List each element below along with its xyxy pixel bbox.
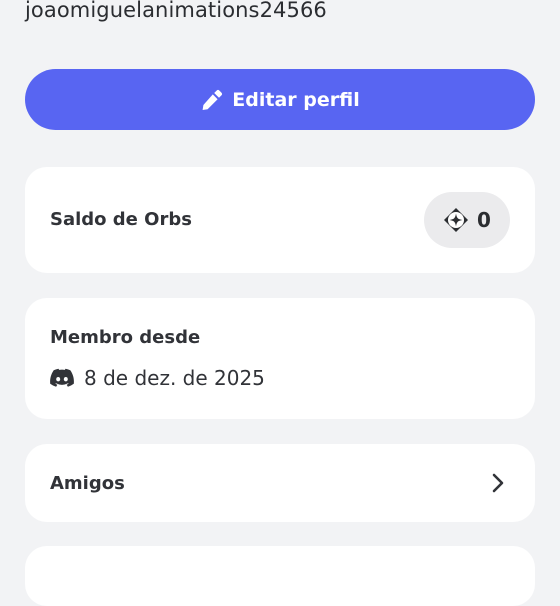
username: joaomiguelanimations24566 — [25, 0, 327, 22]
edit-profile-label: Editar perfil — [232, 88, 360, 111]
chevron-right-icon — [491, 472, 505, 494]
friends-label: Amigos — [50, 473, 125, 494]
edit-profile-button[interactable]: Editar perfil — [25, 69, 535, 130]
orbs-balance-title: Saldo de Orbs — [50, 209, 192, 230]
member-since-row: 8 de dez. de 2025 — [50, 366, 265, 390]
discord-icon — [50, 368, 74, 388]
next-card — [25, 546, 535, 606]
orbs-balance-value: 0 — [477, 208, 491, 232]
member-since-date: 8 de dez. de 2025 — [84, 366, 265, 390]
member-since-title: Membro desde — [50, 327, 201, 348]
orbs-balance-pill[interactable]: 0 — [424, 192, 510, 248]
friends-row[interactable]: Amigos — [25, 444, 535, 522]
member-since-card: Membro desde 8 de dez. de 2025 — [25, 298, 535, 419]
orbs-balance-card: Saldo de Orbs 0 — [25, 167, 535, 273]
orb-icon — [443, 207, 469, 233]
pencil-icon — [200, 88, 224, 112]
